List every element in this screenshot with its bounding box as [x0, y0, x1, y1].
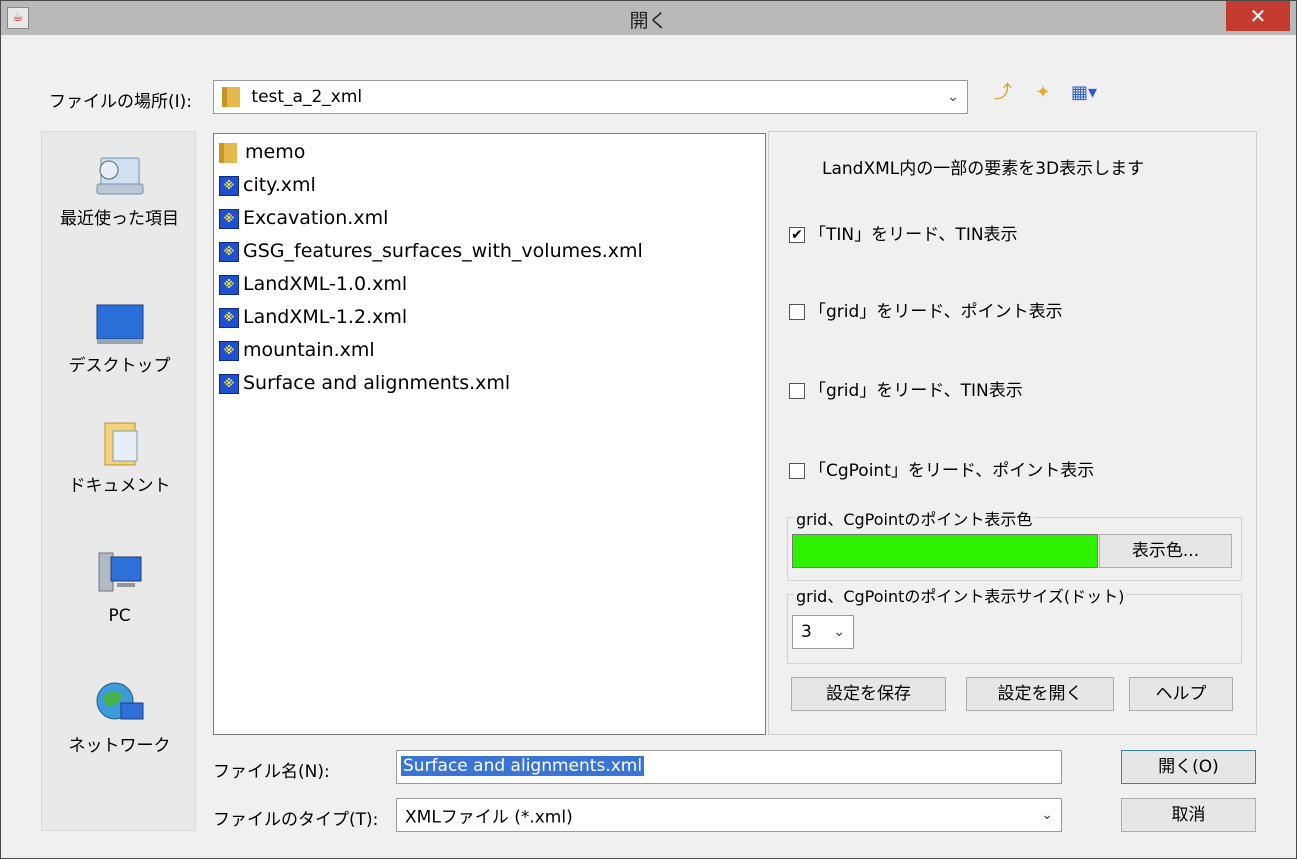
xml-file-icon: ※: [219, 274, 239, 295]
list-item[interactable]: ※ city.xml: [219, 170, 316, 200]
place-network[interactable]: ネットワーク: [42, 677, 197, 756]
option-label: 「TIN」をリード、TIN表示: [809, 225, 1018, 245]
file-name: GSG_features_surfaces_with_volumes.xml: [243, 240, 643, 262]
place-documents[interactable]: ドキュメント: [42, 417, 197, 496]
network-icon: [96, 682, 143, 720]
xml-file-icon: ※: [219, 373, 239, 394]
save-settings-button[interactable]: 設定を保存: [791, 677, 946, 711]
option-grid-tin[interactable]: 「grid」をリード、TIN表示: [789, 376, 1269, 401]
filename-label: ファイル名(N):: [213, 762, 330, 782]
checkbox-checked[interactable]: ✔: [789, 227, 805, 243]
place-recent[interactable]: 最近使った項目: [42, 150, 197, 229]
pc-icon: [98, 552, 141, 592]
option-label: 「grid」をリード、ポイント表示: [809, 302, 1063, 322]
file-list[interactable]: memo ※ city.xml ※ Excavation.xml ※ GSG_feat…: [213, 133, 766, 735]
point-size-group: grid、CgPointのポイント表示サイズ(ドット) 3 ⌄: [787, 583, 1242, 664]
color-swatch: [792, 534, 1098, 568]
list-item[interactable]: memo: [219, 137, 305, 167]
option-tin-tin[interactable]: ✔ 「TIN」をリード、TIN表示: [789, 220, 1269, 245]
group-title: grid、CgPointのポイント表示サイズ(ドット): [794, 583, 1127, 607]
place-label: デスクトップ: [68, 356, 171, 376]
option-label: 「CgPoint」をリード、ポイント表示: [809, 461, 1095, 481]
file-name: LandXML-1.0.xml: [243, 273, 408, 295]
list-item[interactable]: ※ mountain.xml: [219, 335, 375, 365]
recent-items-icon: [96, 157, 143, 195]
file-name: city.xml: [243, 174, 316, 196]
place-label: ドキュメント: [68, 476, 171, 496]
xml-file-icon: ※: [219, 208, 239, 229]
place-label: 最近使った項目: [60, 209, 179, 229]
view-menu-icon[interactable]: ▦▾: [1067, 81, 1101, 105]
lookin-label: ファイルの場所(I):: [49, 92, 193, 112]
filetype-label: ファイルのタイプ(T):: [213, 810, 379, 830]
checkbox[interactable]: [789, 304, 805, 320]
list-item[interactable]: ※ Surface and alignments.xml: [219, 368, 510, 398]
point-size-select[interactable]: 3 ⌄: [792, 615, 854, 649]
lookin-combo[interactable]: test_a_2_xml ⌄: [213, 80, 968, 114]
list-item[interactable]: ※ GSG_features_surfaces_with_volumes.xml: [219, 236, 643, 266]
place-label: PC: [108, 606, 131, 626]
documents-icon: [104, 422, 137, 466]
chevron-down-icon: ⌄: [833, 624, 845, 640]
point-size-value: 3: [801, 622, 812, 642]
folder-icon: [222, 87, 240, 107]
chevron-down-icon: ⌄: [1041, 807, 1053, 823]
file-name: LandXML-1.2.xml: [243, 306, 408, 328]
up-folder-icon[interactable]: ⤴: [991, 81, 1015, 105]
file-name: mountain.xml: [243, 339, 375, 361]
lookin-value: test_a_2_xml: [251, 87, 363, 107]
file-name: Excavation.xml: [243, 207, 389, 229]
places-bar: 最近使った項目 デスクトップ ドキュメント PC ネットワーク: [41, 131, 196, 831]
group-title: grid、CgPointのポイント表示色: [794, 506, 1035, 530]
checkbox[interactable]: [789, 383, 805, 399]
close-button[interactable]: ✕: [1226, 1, 1290, 31]
pick-color-button[interactable]: 表示色...: [1099, 534, 1232, 568]
filename-field[interactable]: Surface and alignments.xml: [396, 750, 1062, 784]
place-label: ネットワーク: [68, 736, 171, 756]
option-grid-point[interactable]: 「grid」をリード、ポイント表示: [789, 297, 1269, 322]
new-folder-icon[interactable]: ✦: [1031, 81, 1055, 105]
list-item[interactable]: ※ LandXML-1.2.xml: [219, 302, 407, 332]
accessory-panel: LandXML内の一部の要素を3D表示します ✔ 「TIN」をリード、TIN表示 …: [768, 131, 1257, 735]
filename-value: Surface and alignments.xml: [401, 756, 645, 776]
point-color-group: grid、CgPointのポイント表示色 表示色...: [787, 506, 1242, 581]
list-item[interactable]: ※ LandXML-1.0.xml: [219, 269, 407, 299]
xml-file-icon: ※: [219, 175, 239, 196]
title-bar: ☕ 開く ✕: [1, 1, 1296, 35]
help-button[interactable]: ヘルプ: [1129, 677, 1233, 711]
filetype-value: XMLファイル (*.xml): [405, 807, 573, 828]
panel-heading: LandXML内の一部の要素を3D表示します: [822, 159, 1145, 179]
xml-file-icon: ※: [219, 307, 239, 328]
open-button[interactable]: 開く(O): [1121, 750, 1256, 784]
file-open-dialog: ☕ 開く ✕ ファイルの場所(I): test_a_2_xml ⌄ ⤴ ✦ ▦▾…: [0, 0, 1297, 859]
option-label: 「grid」をリード、TIN表示: [809, 381, 1023, 401]
chevron-down-icon: ⌄: [947, 89, 959, 105]
place-desktop[interactable]: デスクトップ: [42, 297, 197, 376]
open-settings-button[interactable]: 設定を開く: [966, 677, 1114, 711]
checkbox[interactable]: [789, 463, 805, 479]
file-name: Surface and alignments.xml: [243, 372, 511, 394]
place-pc[interactable]: PC: [42, 547, 197, 626]
filetype-combo[interactable]: XMLファイル (*.xml) ⌄: [396, 798, 1062, 832]
xml-file-icon: ※: [219, 241, 239, 262]
desktop-icon: [96, 304, 143, 344]
option-cgpoint-point[interactable]: 「CgPoint」をリード、ポイント表示: [789, 456, 1269, 481]
xml-file-icon: ※: [219, 340, 239, 361]
folder-icon: [219, 142, 237, 163]
list-item[interactable]: ※ Excavation.xml: [219, 203, 388, 233]
window-title: 開く: [629, 10, 668, 32]
cancel-button[interactable]: 取消: [1121, 798, 1256, 832]
file-name: memo: [245, 141, 306, 163]
